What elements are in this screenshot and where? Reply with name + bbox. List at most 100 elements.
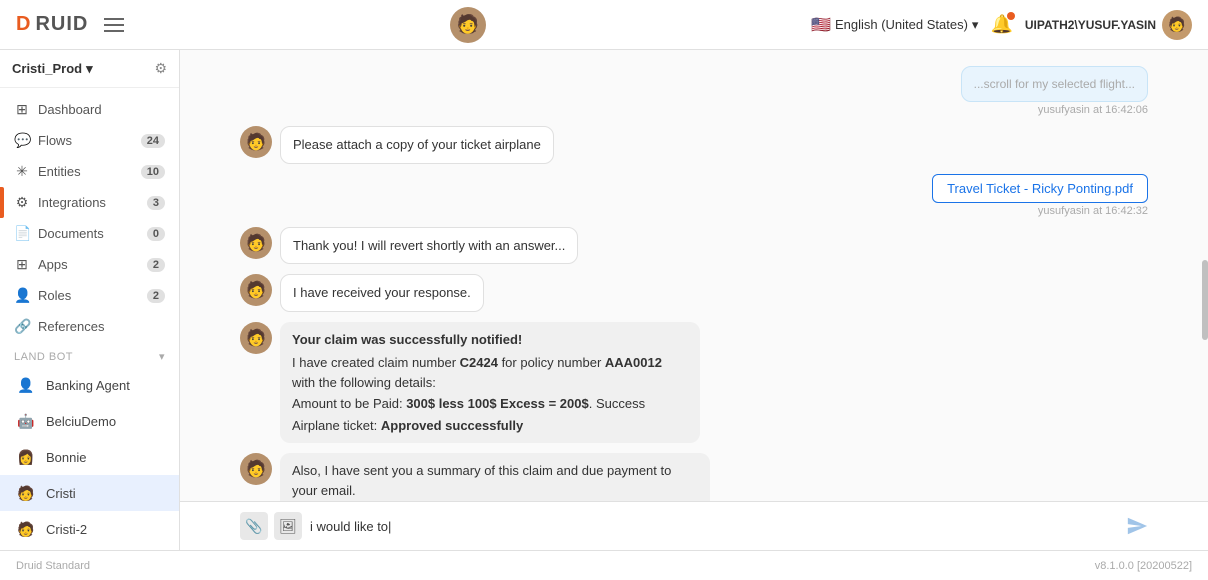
hamburger-menu[interactable] bbox=[104, 18, 124, 32]
cristi-2-label: Cristi-2 bbox=[46, 522, 87, 537]
msg-claim-bubble: Your claim was successfully notified! I … bbox=[280, 322, 700, 444]
msg-attach-row: 🧑 Please attach a copy of your ticket ai… bbox=[240, 126, 1148, 164]
workspace-selector[interactable]: Cristi_Prod ▾ bbox=[12, 61, 93, 77]
msg-thankyou-avatar: 🧑 bbox=[240, 227, 272, 259]
send-button[interactable] bbox=[1126, 515, 1148, 537]
entities-icon: ✳ bbox=[14, 163, 30, 180]
attachment-button[interactable]: 📎 bbox=[240, 512, 268, 540]
belciu-demo-avatar: 🤖 bbox=[14, 409, 38, 433]
bot-item-banking-agent[interactable]: 👤 Banking Agent bbox=[0, 367, 179, 403]
msg-thankyou-row: 🧑 Thank you! I will revert shortly with … bbox=[240, 227, 1148, 265]
sidebar-item-integrations[interactable]: ⚙ Integrations 3 bbox=[0, 187, 179, 218]
logo: DRUID bbox=[16, 13, 88, 36]
bots-section-label: Land Bot bbox=[14, 351, 73, 363]
scroll-indicator bbox=[1202, 260, 1208, 340]
bot-item-cristi-2[interactable]: 🧑 Cristi-2 bbox=[0, 511, 179, 547]
bots-section-chevron: ▾ bbox=[159, 350, 165, 363]
username-label: UIPATH2\YUSUF.YASIN bbox=[1025, 18, 1156, 32]
msg-summary-content: Also, I have sent you a summary of this … bbox=[280, 453, 710, 501]
claim-heading: Your claim was successfully notified! bbox=[292, 330, 688, 350]
logo-ruid: RUID bbox=[35, 13, 88, 36]
chat-messages: ...scroll for my selected flight... yusu… bbox=[180, 50, 1208, 501]
bot-item-cristi[interactable]: 🧑 Cristi bbox=[0, 475, 179, 511]
header-right: 🇺🇸 English (United States) ▾ 🔔 UIPATH2\Y… bbox=[811, 10, 1192, 40]
flows-label: Flows bbox=[38, 133, 72, 148]
chat-input-field[interactable] bbox=[310, 519, 1118, 534]
msg-file-row: Travel Ticket - Ricky Ponting.pdf yusufy… bbox=[240, 174, 1148, 217]
bots-section-header: Land Bot ▾ bbox=[0, 342, 179, 367]
msg-attach-bubble: Please attach a copy of your ticket airp… bbox=[280, 126, 554, 164]
bot-item-bonnie[interactable]: 👩 Bonnie bbox=[0, 439, 179, 475]
msg-truncated-bubble: ...scroll for my selected flight... yusu… bbox=[961, 66, 1148, 116]
msg-received-bubble: I have received your response. bbox=[280, 274, 484, 312]
language-label: English (United States) bbox=[835, 17, 968, 32]
sidebar-item-apps[interactable]: ⊞ Apps 2 bbox=[0, 249, 179, 280]
sidebar-item-flows[interactable]: 💬 Flows 24 bbox=[0, 125, 179, 156]
msg-received-avatar: 🧑 bbox=[240, 274, 272, 306]
top-header: DRUID 🧑 🇺🇸 English (United States) ▾ 🔔 U… bbox=[0, 0, 1208, 50]
notification-button[interactable]: 🔔 bbox=[990, 14, 1012, 35]
footer-left: Druid Standard bbox=[16, 560, 90, 572]
file-link-button[interactable]: Travel Ticket - Ricky Ponting.pdf bbox=[932, 174, 1148, 203]
entities-label: Entities bbox=[38, 164, 81, 179]
integrations-icon: ⚙ bbox=[14, 194, 30, 211]
roles-icon: 👤 bbox=[14, 287, 30, 304]
claim-amount: 300$ less 100$ Excess = 200$ bbox=[406, 396, 589, 411]
header-left: DRUID bbox=[16, 13, 124, 36]
msg-summary-row: 🧑 Also, I have sent you a summary of thi… bbox=[240, 453, 1148, 501]
documents-badge: 0 bbox=[147, 227, 165, 241]
belciu-demo-label: BelciuDemo bbox=[46, 414, 116, 429]
entities-badge: 10 bbox=[141, 165, 165, 179]
integrations-label: Integrations bbox=[38, 195, 106, 210]
sidebar-item-entities[interactable]: ✳ Entities 10 bbox=[0, 156, 179, 187]
dashboard-label: Dashboard bbox=[38, 102, 102, 117]
sidebar-item-references[interactable]: 🔗 References bbox=[0, 311, 179, 342]
msg-attach-avatar: 🧑 bbox=[240, 126, 272, 158]
flows-badge: 24 bbox=[141, 134, 165, 148]
sidebar-workspace: Cristi_Prod ▾ ⚙ bbox=[0, 50, 179, 88]
msg-truncated-content: ...scroll for my selected flight... bbox=[961, 66, 1148, 102]
claim-line1: I have created claim number C2424 for po… bbox=[292, 353, 688, 392]
chat-input-bar: 📎 🖼 bbox=[180, 501, 1208, 550]
apps-label: Apps bbox=[38, 257, 68, 272]
references-icon: 🔗 bbox=[14, 318, 30, 335]
flag-icon: 🇺🇸 bbox=[811, 15, 831, 35]
integrations-badge: 3 bbox=[147, 196, 165, 210]
references-label: References bbox=[38, 319, 104, 334]
banking-agent-label: Banking Agent bbox=[46, 378, 130, 393]
claim-amount-line: Amount to be Paid: 300$ less 100$ Excess… bbox=[292, 394, 688, 414]
footer-right: v8.1.0.0 [20200522] bbox=[1095, 560, 1192, 572]
sidebar-nav: ⊞ Dashboard 💬 Flows 24 ✳ Entities 10 bbox=[0, 88, 179, 550]
lang-arrow: ▾ bbox=[972, 17, 979, 33]
msg-summary-avatar: 🧑 bbox=[240, 453, 272, 485]
cristi-label: Cristi bbox=[46, 486, 76, 501]
sidebar-item-documents[interactable]: 📄 Documents 0 bbox=[0, 218, 179, 249]
cristi-2-avatar: 🧑 bbox=[14, 517, 38, 541]
main-layout: Cristi_Prod ▾ ⚙ ⊞ Dashboard 💬 Flows 24 bbox=[0, 50, 1208, 550]
roles-badge: 2 bbox=[147, 289, 165, 303]
dashboard-icon: ⊞ bbox=[14, 101, 30, 118]
bonnie-label: Bonnie bbox=[46, 450, 86, 465]
header-center: 🧑 bbox=[450, 7, 486, 43]
sidebar-item-roles[interactable]: 👤 Roles 2 bbox=[0, 280, 179, 311]
documents-label: Documents bbox=[38, 226, 104, 241]
roles-label: Roles bbox=[38, 288, 71, 303]
sidebar: Cristi_Prod ▾ ⚙ ⊞ Dashboard 💬 Flows 24 bbox=[0, 50, 180, 550]
msg-received-row: 🧑 I have received your response. bbox=[240, 274, 1148, 312]
sidebar-item-dashboard[interactable]: ⊞ Dashboard bbox=[0, 94, 179, 125]
language-selector[interactable]: 🇺🇸 English (United States) ▾ bbox=[811, 15, 978, 35]
claim-number: C2424 bbox=[460, 355, 498, 370]
logo-d: D bbox=[16, 13, 31, 36]
image-button[interactable]: 🖼 bbox=[274, 512, 302, 540]
workspace-label: Cristi_Prod bbox=[12, 61, 82, 76]
bot-item-belciu-demo[interactable]: 🤖 BelciuDemo bbox=[0, 403, 179, 439]
settings-gear-icon[interactable]: ⚙ bbox=[154, 60, 167, 77]
input-icons: 📎 🖼 bbox=[240, 512, 302, 540]
msg-thankyou-bubble: Thank you! I will revert shortly with an… bbox=[280, 227, 578, 265]
bonnie-avatar: 👩 bbox=[14, 445, 38, 469]
chat-area: ...scroll for my selected flight... yusu… bbox=[180, 50, 1208, 550]
cristi-avatar: 🧑 bbox=[14, 481, 38, 505]
msg-file-timestamp: yusufyasin at 16:42:32 bbox=[1038, 205, 1148, 217]
msg-claim-avatar: 🧑 bbox=[240, 322, 272, 354]
apps-badge: 2 bbox=[147, 258, 165, 272]
